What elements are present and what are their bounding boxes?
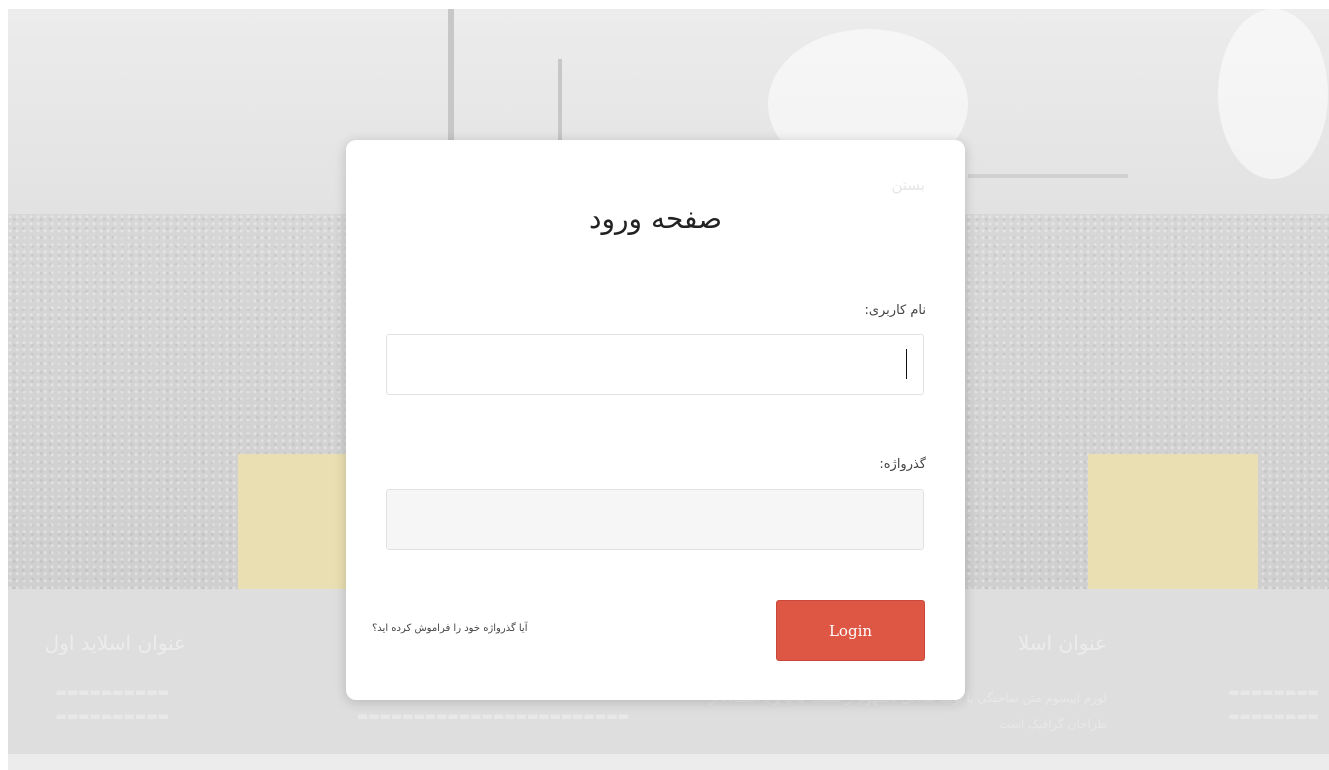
close-link[interactable]: بستن	[891, 176, 925, 194]
login-modal: بستن صفحه ورود نام کاربری: گذرواژه: Logi…	[346, 140, 965, 700]
slide-caption: ▬▬▬▬▬▬▬▬▬▬	[55, 685, 169, 699]
slide-caption: ▬▬▬▬▬▬▬▬	[1228, 685, 1319, 699]
utility-pole	[558, 59, 562, 149]
login-button[interactable]: Login	[776, 600, 925, 661]
utility-pole	[448, 9, 454, 149]
slide-caption: ▬▬▬▬▬▬▬▬▬▬	[55, 709, 169, 723]
page-bottom-strip	[8, 754, 1329, 770]
username-label: نام کاربری:	[864, 303, 926, 318]
slide-title: عنوان اسلاید اول	[44, 631, 186, 655]
password-label: گذرواژه:	[879, 457, 926, 472]
password-input[interactable]	[386, 489, 924, 550]
page-title: صفحه ورود	[589, 202, 722, 235]
road-stripe	[1088, 454, 1258, 599]
slide-caption: ▬▬▬▬▬▬▬▬▬▬▬▬▬▬▬▬▬▬▬▬▬▬▬▬	[356, 709, 629, 723]
slide-caption: ▬▬▬▬▬▬▬▬	[1228, 709, 1319, 723]
forgot-password-link[interactable]: آیا گذرواژه خود را فراموش کرده اید؟	[372, 623, 528, 634]
username-input[interactable]	[386, 334, 924, 395]
background-tree	[1218, 9, 1328, 179]
slide-title: عنوان اسلا	[1017, 631, 1107, 655]
text-cursor	[906, 349, 907, 379]
